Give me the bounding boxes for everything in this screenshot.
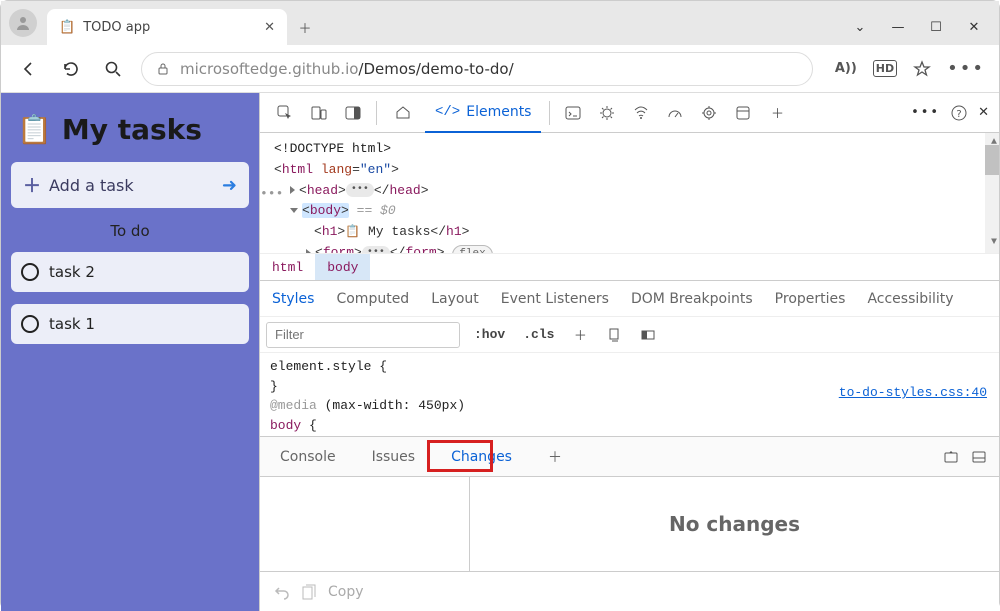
page-title: My tasks [62,113,202,146]
styles-tabstrip: Styles Computed Layout Event Listeners D… [260,281,999,317]
drawer-more-tabs-icon[interactable]: ＋ [540,443,570,471]
drawer-tab-console[interactable]: Console [272,445,344,469]
dock-side-icon[interactable] [338,98,368,128]
breadcrumb-html[interactable]: html [260,254,315,280]
radio-icon[interactable] [21,263,39,281]
add-task-input[interactable]: ＋ Add a task ➜ [11,162,249,208]
expand-drawer-icon[interactable] [971,449,987,465]
undo-icon[interactable] [274,584,290,600]
back-button[interactable] [15,55,43,83]
tab-dom-breakpoints[interactable]: DOM Breakpoints [631,291,753,307]
performance-icon[interactable] [660,98,690,128]
address-bar: microsoftedge.github.io/Demos/demo-to-do… [1,45,999,93]
svg-text:?: ? [956,109,961,120]
refresh-button[interactable] [57,55,85,83]
section-label: To do [11,222,249,240]
more-icon[interactable]: ••• [947,58,985,79]
source-link[interactable]: to-do-styles.css:40 [839,383,987,403]
console-icon[interactable] [558,98,588,128]
browser-tab[interactable]: 📋 TODO app ✕ [47,9,287,45]
dom-doctype: <!DOCTYPE html> [274,141,391,156]
task-label: task 1 [49,315,95,333]
cls-toggle[interactable]: .cls [519,327,558,342]
reader-mode-icon[interactable]: A)) [835,61,857,76]
url-path: /Demos/demo-to-do/ [358,60,513,78]
chevron-down-icon[interactable]: ⌄ [853,20,867,35]
tab-computed[interactable]: Computed [336,291,409,307]
network-icon[interactable] [626,98,656,128]
task-item[interactable]: task 2 [11,252,249,292]
search-button[interactable] [99,55,127,83]
memory-icon[interactable] [694,98,724,128]
task-item[interactable]: task 1 [11,304,249,344]
close-icon[interactable]: ✕ [264,20,275,35]
tab-label: Elements [466,104,531,120]
tab-welcome[interactable] [385,93,421,133]
gutter-dots-icon: ••• [260,184,283,205]
device-toggle-icon[interactable] [304,98,334,128]
hov-toggle[interactable]: :hov [470,327,509,342]
tab-elements[interactable]: </> Elements [425,93,541,133]
dock-drawer-icon[interactable] [943,449,959,465]
profile-icon[interactable] [9,9,37,37]
styles-filter-input[interactable] [266,322,460,348]
maximize-button[interactable]: ☐ [929,20,943,35]
devtools-panel: </> Elements ＋ ••• ? ✕ ••• <!DOCTYPE htm… [259,93,999,611]
close-window-button[interactable]: ✕ [967,20,981,35]
submit-arrow-icon[interactable]: ➜ [222,175,237,196]
minimize-button[interactable]: — [891,20,905,35]
new-style-rule-icon[interactable]: ＋ [568,323,592,347]
application-icon[interactable] [728,98,758,128]
help-icon[interactable]: ? [950,104,968,122]
radio-icon[interactable] [21,315,39,333]
drawer-tab-changes[interactable]: Changes [443,445,520,469]
changes-sidebar [260,477,470,571]
tab-accessibility[interactable]: Accessibility [867,291,953,307]
dom-tree[interactable]: ••• <!DOCTYPE html> <html lang="en"> <he… [260,133,999,253]
drawer-tab-issues[interactable]: Issues [364,445,424,469]
breadcrumb-body[interactable]: body [315,254,370,280]
tab-styles[interactable]: Styles [272,291,314,307]
more-tabs-icon[interactable]: ＋ [762,98,792,128]
url-input[interactable]: microsoftedge.github.io/Demos/demo-to-do… [141,52,813,86]
tab-event-listeners[interactable]: Event Listeners [501,291,609,307]
changes-panel: No changes Copy [260,477,999,611]
styles-pane[interactable]: element.style { } @media (max-width: 450… [260,353,999,437]
inspect-element-icon[interactable] [270,98,300,128]
close-devtools-icon[interactable]: ✕ [978,105,989,120]
window-titlebar: 📋 TODO app ✕ ＋ ⌄ — ☐ ✕ [1,1,999,45]
new-tab-button[interactable]: ＋ [287,9,323,45]
sources-icon[interactable] [592,98,622,128]
dom-breadcrumb: html body [260,253,999,281]
demo-page: 📋 My tasks ＋ Add a task ➜ To do task 2 t… [1,93,259,611]
flex-badge[interactable]: flex [452,245,492,253]
lock-icon [156,62,170,76]
styles-controls: :hov .cls ＋ [260,317,999,353]
task-label: task 2 [49,263,95,281]
clipboard-icon: 📋 [17,113,52,146]
add-task-placeholder: Add a task [49,176,214,195]
copy-icon[interactable] [302,584,316,600]
window-controls: ⌄ — ☐ ✕ [853,20,999,45]
more-tools-icon[interactable]: ••• [911,105,940,120]
url-host: microsoftedge.github.io [180,60,358,78]
no-changes-label: No changes [669,512,800,536]
scrollbar[interactable]: ▲ ▼ [985,133,999,253]
drawer-tabstrip: Console Issues Changes ＋ [260,437,999,477]
changes-footer: Copy [260,571,999,611]
copy-changes-icon[interactable] [602,323,626,347]
url-text: microsoftedge.github.io/Demos/demo-to-do… [180,60,514,78]
toggle-common-icon[interactable] [636,323,660,347]
translate-icon[interactable]: HD [873,60,897,77]
plus-icon: ＋ [23,172,41,198]
tab-properties[interactable]: Properties [775,291,846,307]
element-style-rule: element.style { [270,357,989,377]
tab-title: TODO app [83,20,256,35]
favorite-icon[interactable] [913,60,931,78]
devtools-toolbar: </> Elements ＋ ••• ? ✕ [260,93,999,133]
dom-selected-indicator: == $0 [357,203,396,218]
copy-label[interactable]: Copy [328,584,364,600]
tab-layout[interactable]: Layout [431,291,479,307]
clipboard-icon: 📋 [59,20,75,35]
